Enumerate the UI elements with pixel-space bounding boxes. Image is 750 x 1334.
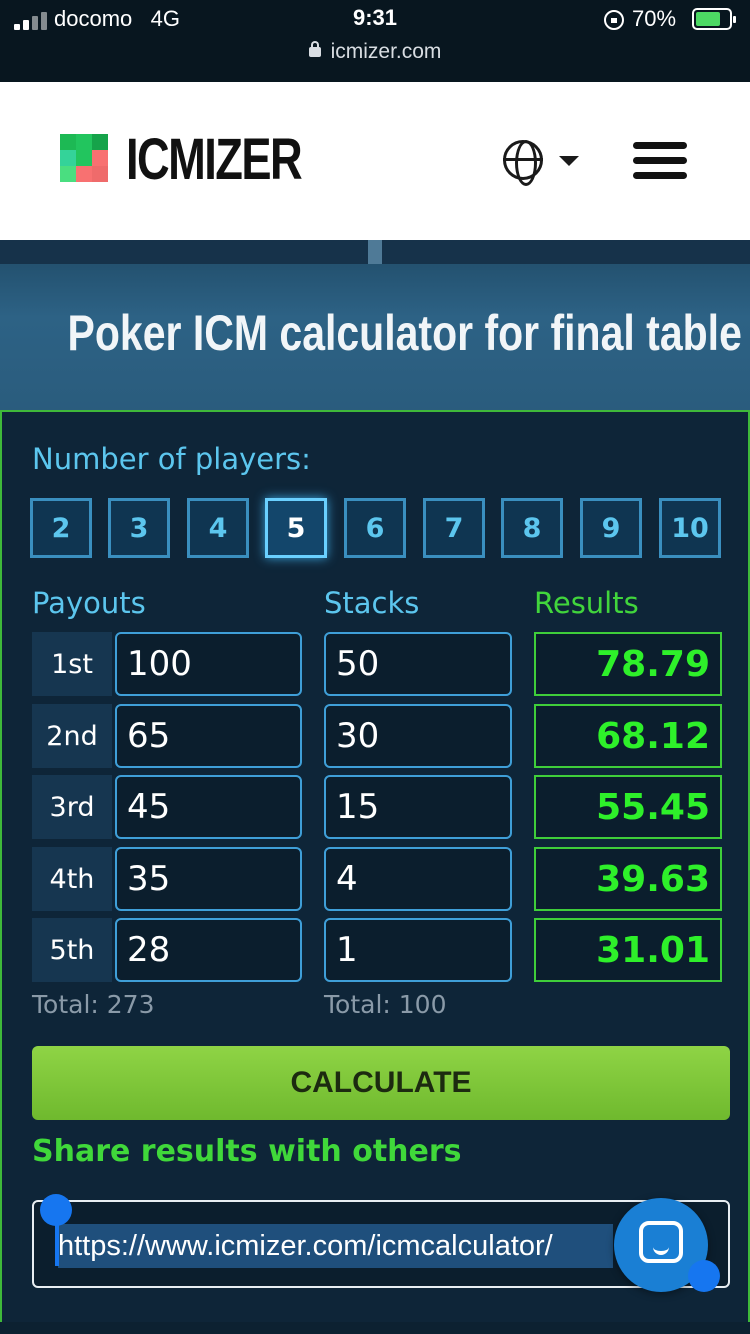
result-value: 55.45: [534, 775, 722, 839]
url-text: icmizer.com: [330, 40, 442, 63]
payout-input[interactable]: 35: [115, 847, 302, 911]
share-url-text[interactable]: https://www.icmizer.com/icmcalculator/: [58, 1224, 613, 1268]
hamburger-icon[interactable]: [633, 142, 687, 180]
selection-handle-end[interactable]: [688, 1260, 720, 1292]
results-header: Results: [534, 586, 639, 620]
payouts-header: Payouts: [32, 586, 146, 620]
players-option-4[interactable]: 4: [187, 498, 249, 558]
rotation-lock-icon: [604, 10, 624, 30]
result-value: 31.01: [534, 918, 722, 982]
icm-calculator-panel: Number of players: 2 3 4 5 6 7 8 9 10 Pa…: [0, 410, 750, 1322]
players-label: Number of players:: [32, 442, 311, 476]
payout-input[interactable]: 100: [115, 632, 302, 696]
players-option-8[interactable]: 8: [501, 498, 563, 558]
status-bar: docomo 4G 9:31 70% icmizer.com: [0, 0, 750, 82]
stack-input[interactable]: 15: [324, 775, 512, 839]
players-option-10[interactable]: 10: [659, 498, 721, 558]
stack-input[interactable]: 4: [324, 847, 512, 911]
chat-icon: [639, 1221, 683, 1263]
result-value: 39.63: [534, 847, 722, 911]
stacks-total: Total: 100: [324, 990, 447, 1019]
place-label: 2nd: [32, 704, 112, 768]
players-option-3[interactable]: 3: [108, 498, 170, 558]
place-label: 1st: [32, 632, 112, 696]
stack-input[interactable]: 30: [324, 704, 512, 768]
payout-input[interactable]: 28: [115, 918, 302, 982]
stack-input[interactable]: 50: [324, 632, 512, 696]
stack-input[interactable]: 1: [324, 918, 512, 982]
players-option-6[interactable]: 6: [344, 498, 406, 558]
result-value: 68.12: [534, 704, 722, 768]
chevron-down-icon[interactable]: [559, 156, 579, 166]
hero-banner: Poker ICM calculator for final table dea…: [0, 240, 750, 412]
players-option-5[interactable]: 5: [265, 498, 327, 558]
players-option-7[interactable]: 7: [423, 498, 485, 558]
battery-percent: 70%: [632, 6, 677, 31]
stacks-header: Stacks: [324, 586, 420, 620]
globe-icon[interactable]: [503, 140, 543, 186]
logo-mark[interactable]: [60, 134, 108, 182]
place-label: 3rd: [32, 775, 112, 839]
payouts-total: Total: 273: [32, 990, 155, 1019]
payout-input[interactable]: 45: [115, 775, 302, 839]
place-label: 5th: [32, 918, 112, 982]
logo-text[interactable]: ICMIZER: [126, 126, 303, 193]
result-value: 78.79: [534, 632, 722, 696]
calculate-button[interactable]: CALCULATE: [32, 1046, 730, 1120]
battery-icon: [692, 8, 736, 30]
players-option-2[interactable]: 2: [30, 498, 92, 558]
lock-icon: [308, 41, 321, 57]
payout-input[interactable]: 65: [115, 704, 302, 768]
site-header: ICMIZER: [0, 82, 750, 240]
hero-top-strip: [0, 240, 750, 264]
selection-handle-start[interactable]: [40, 1194, 72, 1226]
address-bar[interactable]: icmizer.com: [0, 40, 750, 64]
place-label: 4th: [32, 847, 112, 911]
share-title: Share results with others: [32, 1134, 462, 1169]
page-title: Poker ICM calculator for final table dea…: [67, 305, 750, 361]
players-option-9[interactable]: 9: [580, 498, 642, 558]
